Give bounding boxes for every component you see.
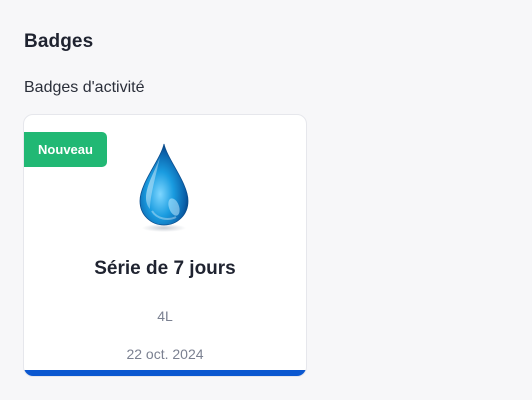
badge-accent-bar: [24, 370, 306, 376]
badge-date: 22 oct. 2024: [126, 346, 204, 362]
section-title: Badges d'activité: [24, 79, 145, 96]
badge-card[interactable]: Nouveau Série de 7 jours 4L 22 oct. 2024: [23, 114, 307, 377]
new-badge-tag: Nouveau: [24, 132, 107, 167]
badge-value: 4L: [157, 308, 173, 324]
water-drop-icon: [139, 143, 189, 232]
badge-name: Série de 7 jours: [94, 258, 236, 279]
page-title: Badges: [24, 31, 94, 52]
